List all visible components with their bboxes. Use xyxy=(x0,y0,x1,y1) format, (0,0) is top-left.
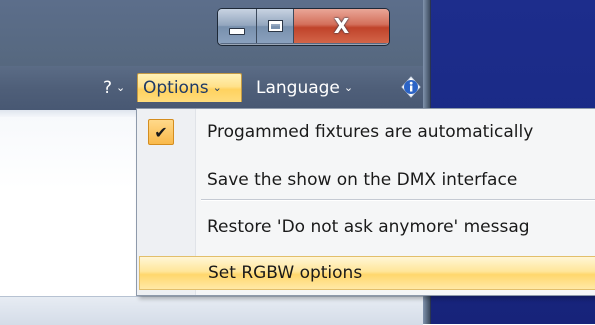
chevron-down-icon: ⌄ xyxy=(212,81,222,94)
menu-item-label: Restore 'Do not ask anymore' messag xyxy=(207,217,530,237)
maximize-icon xyxy=(267,20,283,32)
left-panel xyxy=(0,117,137,297)
menu-item-label: Progammed fixtures are automatically xyxy=(207,122,534,142)
menu-item-restore-messages[interactable]: Restore 'Do not ask anymore' messag xyxy=(137,210,595,244)
minimize-icon xyxy=(229,27,245,35)
menu-item-save-show[interactable]: Save the show on the DMX interface xyxy=(137,163,595,197)
close-button[interactable]: X xyxy=(294,9,389,43)
title-bar-buttons: X xyxy=(217,8,390,46)
minimize-button[interactable] xyxy=(218,9,257,43)
menu-bar: ? ⌄ Options ⌄ Language ⌄ xyxy=(0,66,423,110)
chevron-down-icon: ⌄ xyxy=(343,81,354,94)
help-menu[interactable]: ? ⌄ xyxy=(103,76,125,100)
language-menu-label: Language xyxy=(256,78,340,98)
menu-item-auto-fixtures[interactable]: ✔ Progammed fixtures are automatically xyxy=(137,115,595,149)
close-icon: X xyxy=(333,14,350,38)
menu-item-label: Set RGBW options xyxy=(208,263,363,283)
menu-item-label: Save the show on the DMX interface xyxy=(207,170,518,190)
options-menu-label: Options xyxy=(143,78,209,98)
bottom-panel xyxy=(0,296,423,325)
info-icon[interactable] xyxy=(400,76,422,98)
language-menu[interactable]: Language ⌄ xyxy=(256,76,353,100)
maximize-button[interactable] xyxy=(257,9,294,43)
checkmark-icon: ✔ xyxy=(148,119,174,145)
options-dropdown-menu: ✔ Progammed fixtures are automatically S… xyxy=(136,108,595,296)
help-menu-label: ? xyxy=(103,78,113,98)
options-menu[interactable]: Options ⌄ xyxy=(137,73,242,102)
menu-separator xyxy=(201,199,595,200)
chevron-down-icon: ⌄ xyxy=(116,81,126,94)
menu-item-set-rgbw[interactable]: Set RGBW options xyxy=(139,256,595,290)
